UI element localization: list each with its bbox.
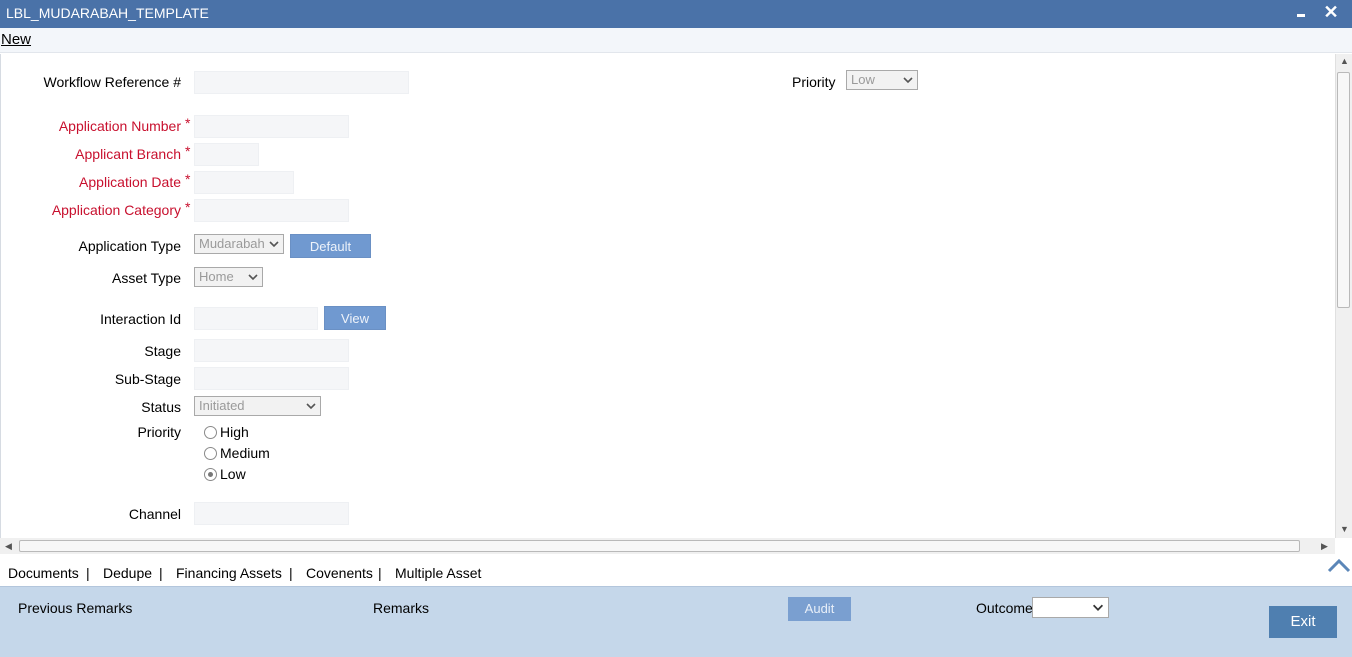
status-select[interactable]: Initiated <box>194 396 321 416</box>
required-mark: * <box>185 171 191 187</box>
chevron-down-icon <box>248 274 258 281</box>
default-button[interactable]: Default <box>290 234 371 258</box>
channel-input[interactable] <box>194 502 349 525</box>
asset-type-select[interactable]: Home <box>194 267 263 287</box>
application-type-value: Mudarabah <box>199 236 265 251</box>
interaction-id-label: Interaction Id <box>100 311 181 327</box>
priority-radio-low[interactable] <box>204 468 217 481</box>
application-type-select[interactable]: Mudarabah <box>194 234 284 254</box>
priority-option-label: Medium <box>220 445 270 461</box>
tab-separator: | <box>378 565 382 581</box>
stage-input[interactable] <box>194 339 349 362</box>
asset-type-value: Home <box>199 269 234 284</box>
window-title: LBL_MUDARABAH_TEMPLATE <box>6 5 209 21</box>
tab-covenents[interactable]: Covenents <box>306 565 373 581</box>
chevron-down-icon <box>269 241 279 248</box>
tab-financing-assets[interactable]: Financing Assets <box>176 565 282 581</box>
vertical-scrollbar[interactable]: ▲ ▼ <box>1335 54 1352 538</box>
priority-top-value: Low <box>851 72 875 87</box>
priority-top-select[interactable]: Low <box>846 70 918 90</box>
interaction-id-input[interactable] <box>194 307 318 330</box>
status-label: Status <box>141 399 181 415</box>
required-mark: * <box>185 143 191 159</box>
scrollbar-thumb[interactable] <box>19 540 1300 552</box>
audit-button[interactable]: Audit <box>788 597 851 621</box>
application-date-label: Application Date <box>79 174 181 190</box>
remarks-link[interactable]: Remarks <box>373 600 429 616</box>
chevron-down-icon <box>306 403 316 410</box>
application-category-label: Application Category <box>51 202 181 218</box>
horizontal-scrollbar[interactable]: ◀ ▶ <box>0 538 1335 554</box>
chevron-down-icon <box>1092 604 1104 611</box>
subscreen-tabs: Documents | Dedupe | Financing Assets | … <box>0 558 1352 586</box>
tab-multiple-asset[interactable]: Multiple Asset <box>395 565 481 581</box>
scrollbar-thumb[interactable] <box>1337 72 1350 308</box>
window-titlebar: LBL_MUDARABAH_TEMPLATE ✕ <box>0 0 1352 28</box>
channel-label: Channel <box>128 506 181 522</box>
scroll-right-icon[interactable]: ▶ <box>1321 541 1328 552</box>
applicant-branch-label: Applicant Branch <box>75 146 181 162</box>
chevron-down-icon <box>903 77 913 84</box>
priority-radio-medium[interactable] <box>204 447 217 460</box>
toolbar: New <box>0 28 1352 53</box>
priority-radio-high[interactable] <box>204 426 217 439</box>
applicant-branch-input[interactable] <box>194 143 259 166</box>
application-number-input[interactable] <box>194 115 349 138</box>
close-icon[interactable]: ✕ <box>1322 2 1340 22</box>
workflow-ref-label: Workflow Reference # <box>43 74 181 90</box>
workflow-ref-input[interactable] <box>194 71 409 94</box>
application-type-label: Application Type <box>78 238 181 254</box>
asset-type-label: Asset Type <box>111 270 181 286</box>
previous-remarks-link[interactable]: Previous Remarks <box>18 600 132 616</box>
tab-dedupe[interactable]: Dedupe <box>103 565 152 581</box>
required-mark: * <box>185 115 191 131</box>
chevron-up-icon[interactable] <box>1326 556 1352 576</box>
outcome-select[interactable] <box>1032 597 1109 618</box>
status-value: Initiated <box>199 398 245 413</box>
priority-label: Priority <box>137 424 181 440</box>
view-button[interactable]: View <box>324 306 386 330</box>
sub-stage-input[interactable] <box>194 367 349 390</box>
application-date-input[interactable] <box>194 171 294 194</box>
new-link[interactable]: New <box>1 31 31 48</box>
scroll-up-icon[interactable]: ▲ <box>1340 56 1349 66</box>
scroll-down-icon[interactable]: ▼ <box>1340 524 1349 534</box>
priority-top-label: Priority <box>792 74 836 90</box>
tab-separator: | <box>86 565 90 581</box>
tab-documents[interactable]: Documents <box>8 565 79 581</box>
scroll-left-icon[interactable]: ◀ <box>5 541 12 552</box>
application-category-input[interactable] <box>194 199 349 222</box>
priority-option-label: Low <box>220 466 246 482</box>
minimize-icon[interactable] <box>1294 5 1308 21</box>
footer-panel: Previous Remarks Remarks Audit Outcome E… <box>0 586 1352 657</box>
required-mark: * <box>185 199 191 215</box>
priority-option-label: High <box>220 424 249 440</box>
form-content: Workflow Reference # Priority Low Applic… <box>0 54 1335 538</box>
outcome-label: Outcome <box>976 600 1033 616</box>
tab-separator: | <box>159 565 163 581</box>
exit-button[interactable]: Exit <box>1269 606 1337 638</box>
sub-stage-label: Sub-Stage <box>114 371 181 387</box>
tab-separator: | <box>289 565 293 581</box>
application-number-label: Application Number <box>58 118 181 134</box>
stage-label: Stage <box>144 343 181 359</box>
